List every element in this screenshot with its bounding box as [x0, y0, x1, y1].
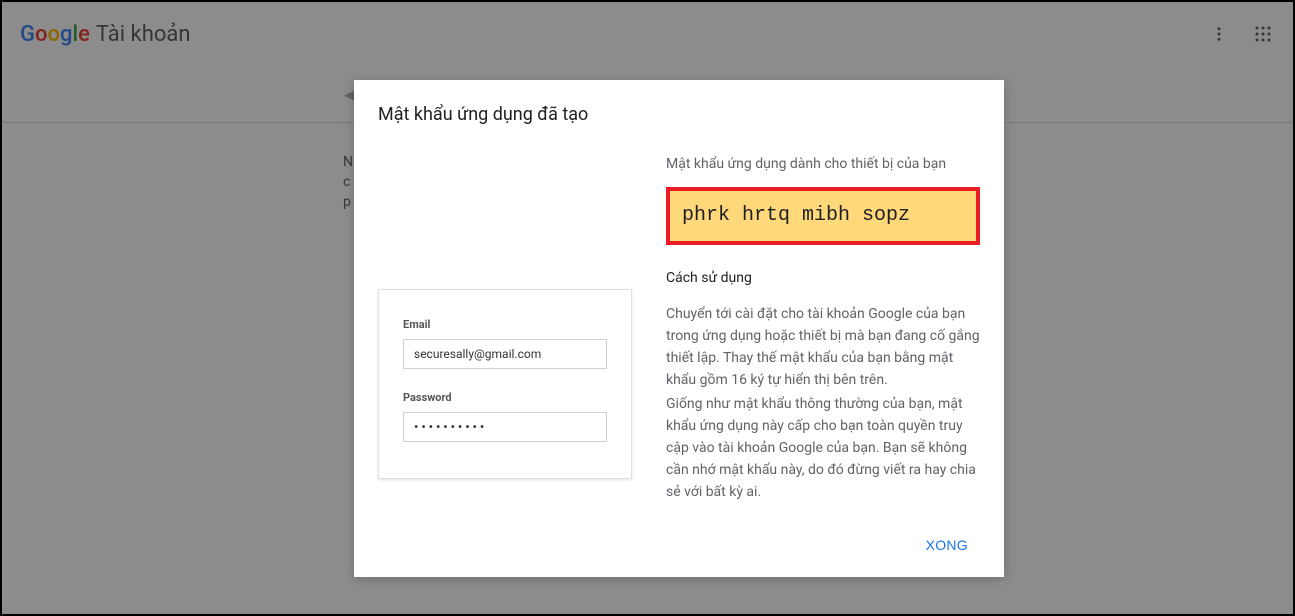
password-label: Password: [403, 391, 607, 404]
usage-title: Cách sử dụng: [666, 267, 980, 289]
usage-paragraph-1: Chuyển tới cài đặt cho tài khoản Google …: [666, 303, 980, 391]
password-subtitle: Mật khẩu ứng dụng dành cho thiết bị của …: [666, 153, 980, 175]
google-logo: Google: [20, 22, 90, 47]
password-example-value: ••••••••••: [403, 412, 607, 442]
done-button[interactable]: XONG: [914, 529, 980, 561]
background-text: N c p: [343, 152, 353, 212]
logo-suffix: Tài khoản: [96, 22, 191, 47]
email-example-value: securesally@gmail.com: [403, 339, 607, 369]
more-vert-icon[interactable]: [1207, 22, 1231, 46]
apps-grid-icon[interactable]: [1251, 22, 1275, 46]
generated-password-box: phrk hrtq mibh sopz: [666, 187, 980, 245]
example-login-card: Email securesally@gmail.com Password •••…: [378, 289, 632, 479]
header: Google Tài khoản: [2, 2, 1293, 66]
email-label: Email: [403, 318, 607, 331]
generated-password-value[interactable]: phrk hrtq mibh sopz: [682, 205, 964, 227]
back-arrow-icon: ◂: [344, 82, 354, 106]
app-password-modal: Mật khẩu ứng dụng đã tạo Email securesal…: [354, 80, 1004, 577]
usage-paragraph-2: Giống như mật khẩu thông thường của bạn,…: [666, 393, 980, 503]
modal-title: Mật khẩu ứng dụng đã tạo: [378, 104, 980, 125]
